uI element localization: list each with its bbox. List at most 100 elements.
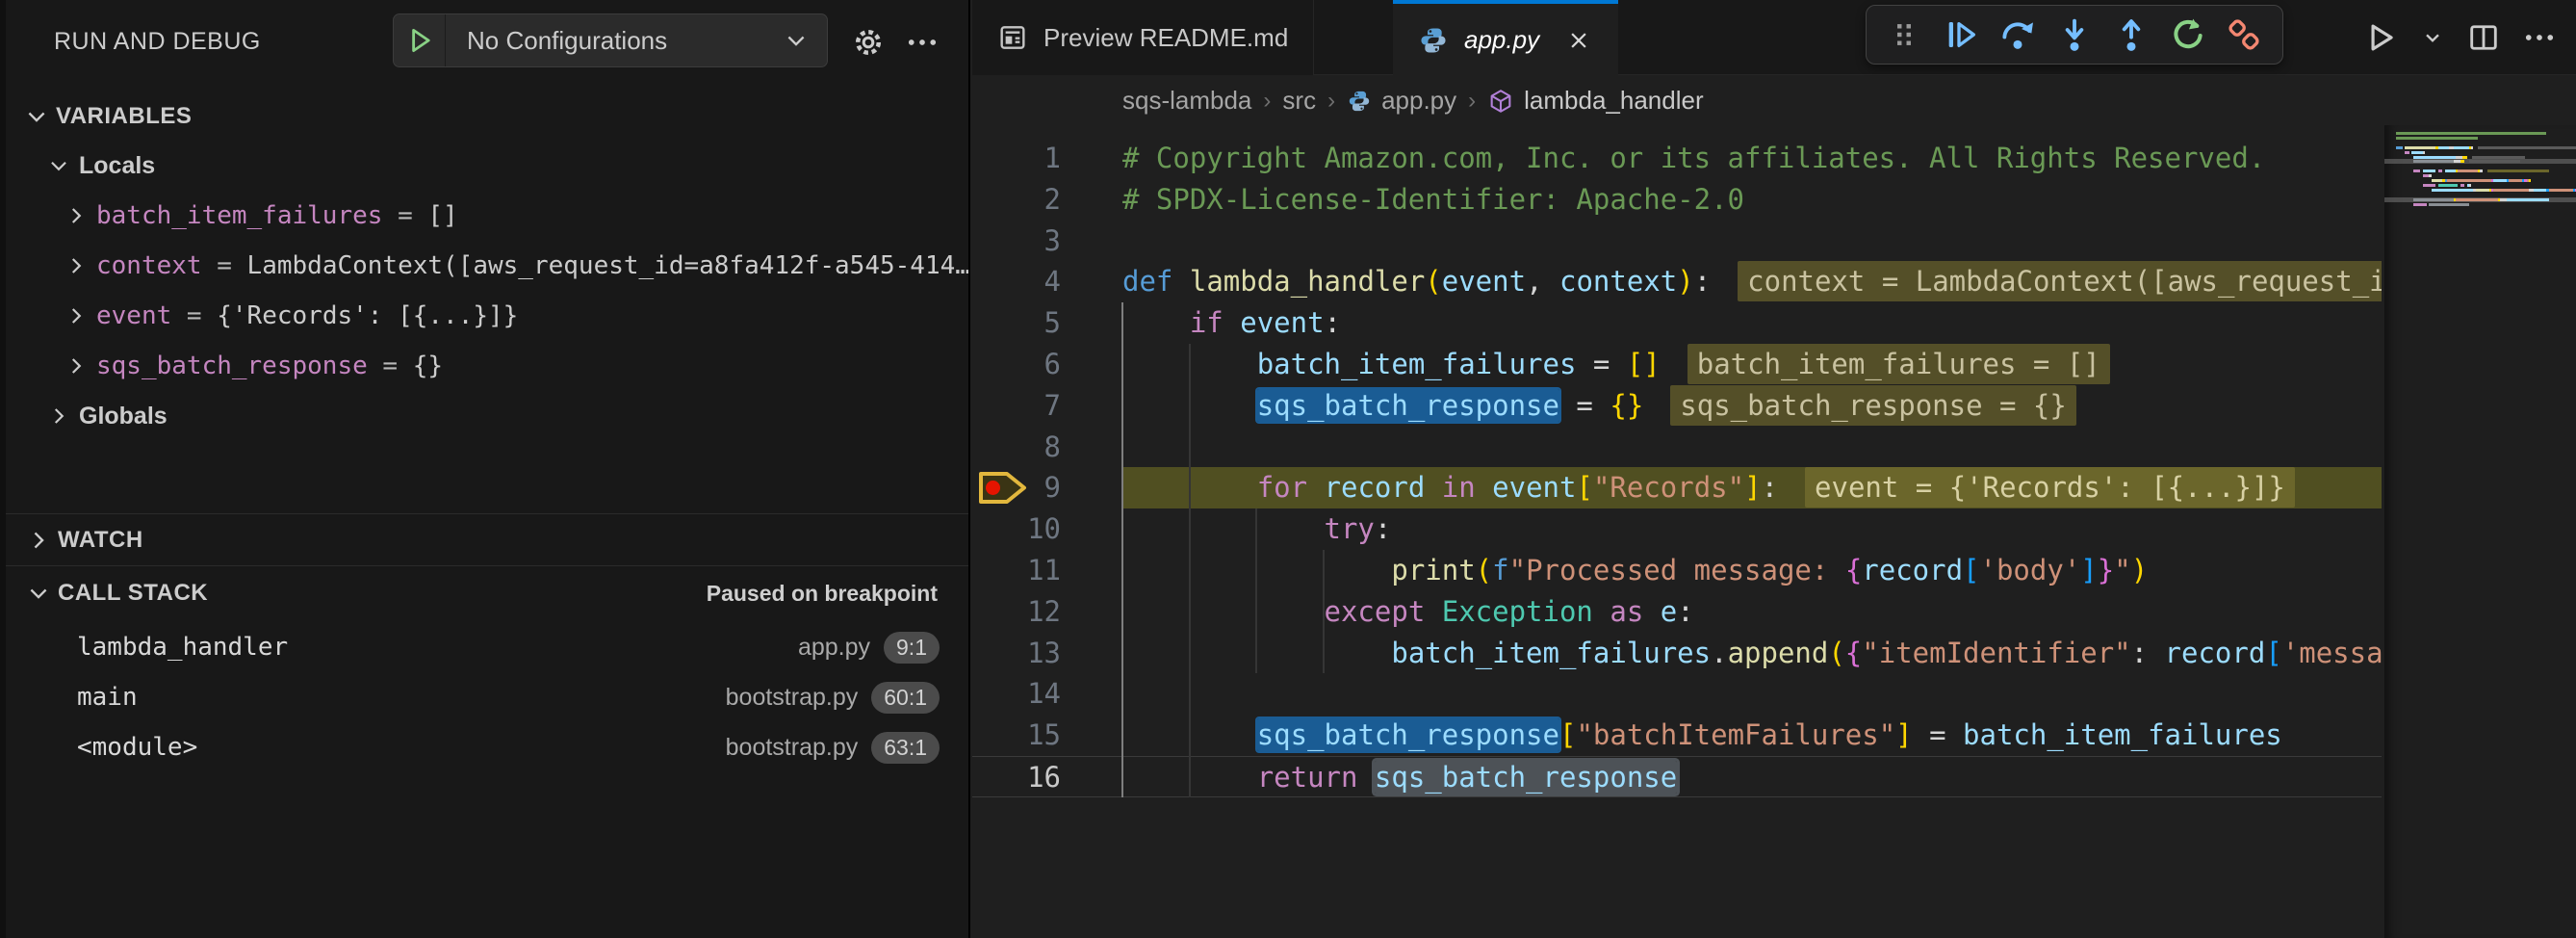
code-line-13[interactable]: 13 batch_item_failures.append({"itemIden…	[972, 633, 2382, 674]
variable-row-sqs_batch_response[interactable]: sqs_batch_response = {}	[6, 341, 968, 391]
launch-configuration-dropdown[interactable]: No Configurations	[393, 13, 828, 67]
code-editor[interactable]: 1# Copyright Amazon.com, Inc. or its aff…	[972, 125, 2576, 938]
code-line-6[interactable]: 6 batch_item_failures = []batch_item_fai…	[972, 344, 2382, 385]
variable-row-event[interactable]: event = {'Records': [{...}]}	[6, 291, 968, 341]
code-token	[1643, 595, 1660, 628]
step-over-button[interactable]	[1994, 11, 2042, 59]
code-line-15[interactable]: 15 sqs_batch_response["batchItemFailures…	[972, 715, 2382, 756]
gear-icon[interactable]	[849, 23, 888, 62]
minimap[interactable]	[2384, 125, 2576, 938]
watch-section-header[interactable]: WATCH	[6, 514, 968, 565]
minimap-line	[2396, 179, 2531, 182]
disconnect-button[interactable]	[2220, 11, 2268, 59]
code-token: sqs_batch_response	[1257, 718, 1559, 751]
restart-icon	[2169, 15, 2207, 54]
line-number[interactable]: 7	[972, 385, 1061, 427]
drag-handle-icon	[1886, 16, 1922, 53]
code-line-14[interactable]: 14	[972, 673, 2382, 715]
step-out-button[interactable]	[2107, 11, 2155, 59]
variables-section-header[interactable]: VARIABLES	[6, 92, 968, 141]
line-number[interactable]: 16	[972, 757, 1061, 796]
code-token: :	[1677, 595, 1693, 628]
line-number[interactable]: 10	[972, 508, 1061, 550]
tab-app-py[interactable]: app.py	[1393, 0, 1618, 76]
call-stack-section-header[interactable]: CALL STACKPaused on breakpoint	[6, 566, 968, 620]
inline-debug-value: context = LambdaContext([aws_request_id=…	[1738, 261, 2382, 301]
paused-status: Paused on breakpoint	[707, 566, 938, 620]
code-token: :	[1694, 265, 1711, 298]
breadcrumb: sqs-lambda›src›app.py›lambda_handler	[972, 76, 2576, 125]
code-line-5[interactable]: 5 if event:	[972, 302, 2382, 344]
scope-globals[interactable]: Globals	[6, 391, 968, 441]
code-line-2[interactable]: 2# SPDX-License-Identifier: Apache-2.0	[972, 179, 2382, 221]
tab-preview-readme-md[interactable]: Preview README.md	[972, 0, 1314, 75]
breadcrumb-item-src[interactable]: src	[1282, 86, 1316, 116]
code-line-8[interactable]: 8	[972, 427, 2382, 468]
code-line-12[interactable]: 12 except Exception as e:	[972, 591, 2382, 633]
code-line-16[interactable]: 16 return sqs_batch_response	[972, 756, 2382, 797]
code-line-4[interactable]: 4def lambda_handler(event, context):cont…	[972, 261, 2382, 302]
code-line-10[interactable]: 10 try:	[972, 508, 2382, 550]
current-breakpoint-icon[interactable]	[978, 470, 1028, 510]
code-line-1[interactable]: 1# Copyright Amazon.com, Inc. or its aff…	[972, 138, 2382, 179]
code-token: .	[1711, 637, 1727, 669]
line-number[interactable]: 5	[972, 302, 1061, 344]
step-over-icon	[1998, 15, 2037, 54]
line-number[interactable]: 11	[972, 550, 1061, 591]
minimap-line	[2396, 174, 2432, 177]
line-number[interactable]: 13	[972, 633, 1061, 674]
run-icon	[2362, 19, 2399, 56]
split-editor-button[interactable]	[2460, 14, 2507, 61]
code-line-7[interactable]: 7 sqs_batch_response = {}sqs_batch_respo…	[972, 385, 2382, 427]
line-number[interactable]: 6	[972, 344, 1061, 385]
indent-guide	[1255, 508, 1257, 673]
code-line-text: sqs_batch_response["batchItemFailures"] …	[1122, 715, 2282, 756]
continue-icon	[1942, 15, 1980, 54]
line-number[interactable]: 3	[972, 221, 1061, 262]
line-number[interactable]: 4	[972, 261, 1061, 302]
more-actions-icon	[2522, 20, 2557, 55]
breadcrumb-item-app-py[interactable]: app.py	[1347, 86, 1456, 116]
stack-frame-3[interactable]: <module>bootstrap.py63:1	[6, 722, 968, 772]
line-number[interactable]: 8	[972, 427, 1061, 468]
step-into-button[interactable]	[2050, 11, 2099, 59]
editor-group: Preview README.md app.py sqs-lambda›src›a…	[972, 0, 2576, 938]
code-line-3[interactable]: 3	[972, 221, 2382, 262]
close-icon[interactable]	[1564, 26, 1593, 55]
run-chevron-button[interactable]	[2414, 14, 2451, 61]
code-token	[1425, 471, 1441, 504]
python-icon	[1347, 89, 1372, 114]
code-token: =	[1913, 718, 1963, 751]
code-token	[1307, 471, 1324, 504]
code-line-9[interactable]: 9 for record in event["Records"]:event =…	[972, 467, 2382, 508]
run-button[interactable]	[2357, 14, 2405, 61]
line-number[interactable]: 2	[972, 179, 1061, 221]
continue-button[interactable]	[1937, 11, 1985, 59]
start-debug-button[interactable]	[394, 14, 446, 66]
breadcrumb-item-lambda-handler[interactable]: lambda_handler	[1487, 86, 1703, 116]
stack-frame-2[interactable]: mainbootstrap.py60:1	[6, 672, 968, 722]
restart-button[interactable]	[2164, 11, 2212, 59]
code-token: ]	[1744, 471, 1761, 504]
code-line-11[interactable]: 11 print(f"Processed message: {record['b…	[972, 550, 2382, 591]
line-number[interactable]: 12	[972, 591, 1061, 633]
breadcrumb-item-sqs-lambda[interactable]: sqs-lambda	[1122, 86, 1251, 116]
variable-row-batch_item_failures[interactable]: batch_item_failures = []	[6, 191, 968, 241]
scope-locals[interactable]: Locals	[6, 141, 968, 191]
more-icon[interactable]	[903, 23, 941, 62]
chevron-down-icon	[23, 103, 50, 130]
more-actions-button[interactable]	[2516, 14, 2563, 61]
run-chevron-icon	[2420, 25, 2445, 50]
drag-handle[interactable]	[1880, 11, 1928, 59]
code-line-text: sqs_batch_response = {}sqs_batch_respons…	[1122, 385, 2076, 427]
code-token: f	[1492, 554, 1508, 586]
variable-row-context[interactable]: context = LambdaContext([aws_request_id=…	[6, 241, 968, 291]
line-number[interactable]: 14	[972, 673, 1061, 715]
code-token: batch_item_failures	[1391, 637, 1711, 669]
debug-toolbar	[1866, 5, 2283, 65]
step-into-icon	[2055, 15, 2094, 54]
line-number[interactable]: 15	[972, 715, 1061, 756]
code-token	[1357, 761, 1374, 794]
line-number[interactable]: 1	[972, 138, 1061, 179]
stack-frame-1[interactable]: lambda_handlerapp.py9:1	[6, 622, 968, 672]
